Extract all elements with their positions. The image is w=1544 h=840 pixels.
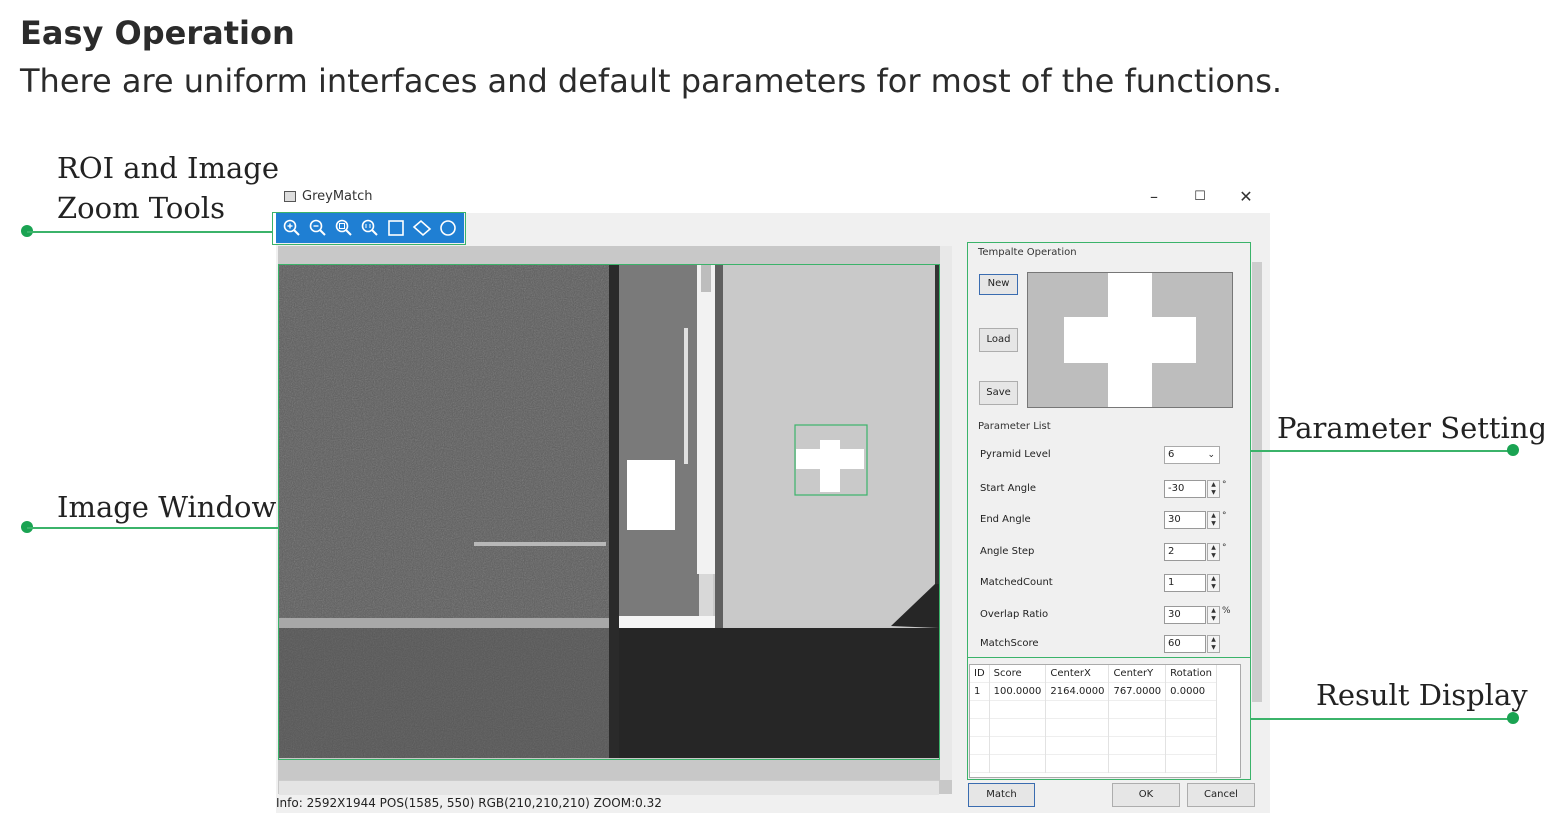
callout-image-window: Image Window [57,490,277,524]
minimize-button[interactable]: – [1140,186,1168,208]
image-window-frame [278,264,940,760]
cancel-button[interactable]: Cancel [1187,783,1255,807]
parameter-highlight [967,242,1251,658]
callout-parameter-setting: Parameter Setting [1277,411,1544,445]
callout-parameter-line [1251,450,1514,452]
window-titlebar [276,183,1270,213]
page-heading: Easy Operation [20,14,295,52]
callout-parameter-dot [1507,444,1519,456]
status-bar: Info: 2592X1944 POS(1585, 550) RGB(210,2… [276,796,662,810]
maximize-button[interactable]: ☐ [1186,186,1214,208]
page-subheading: There are uniform interfaces and default… [20,62,1283,100]
image-vertical-scrollbar[interactable] [940,246,952,780]
panel-scrollbar-thumb[interactable] [1252,262,1262,702]
match-button[interactable]: Match [968,783,1035,807]
callout-roi-line1: ROI and Image [57,151,280,185]
callout-image-line [27,527,279,529]
image-horizontal-scrollbar[interactable] [279,780,939,795]
callout-result-line [1251,718,1514,720]
callout-result-display: Result Display [1316,678,1528,712]
result-highlight [967,657,1251,780]
callout-roi-line [27,231,273,233]
toolbar-highlight [272,212,466,245]
ok-button[interactable]: OK [1112,783,1180,807]
app-icon [284,191,296,202]
close-button[interactable]: ✕ [1232,186,1260,208]
callout-roi-line2: Zoom Tools [57,191,225,225]
callout-result-dot [1507,712,1519,724]
window-title: GreyMatch [302,189,373,204]
